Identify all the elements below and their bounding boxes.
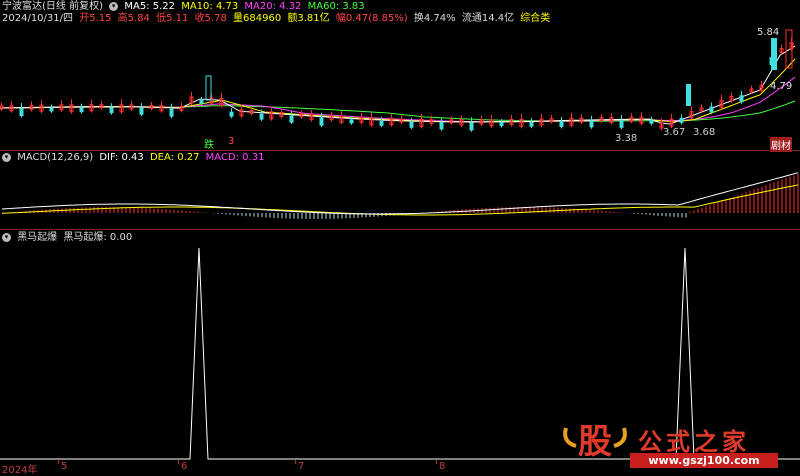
x-axis-label: 5 <box>61 461 68 472</box>
price-panel[interactable]: 宁波富达(日线 前复权) ▾ MA5: 5.22 MA10: 4.73 MA20… <box>0 0 800 152</box>
site-logo: 股 公式之家 www.gszj100.com <box>560 420 790 470</box>
candle <box>499 122 504 127</box>
candle <box>19 108 24 117</box>
ma5-line <box>0 45 796 125</box>
candle <box>709 106 714 113</box>
candle <box>409 121 414 128</box>
candle-spike <box>771 38 777 70</box>
candle <box>229 111 234 117</box>
ma20-line <box>0 76 796 123</box>
macd-chart <box>1 172 799 219</box>
candle <box>559 120 564 127</box>
candle <box>259 113 264 120</box>
ma60-line <box>0 100 796 122</box>
ma10-line <box>0 58 796 123</box>
short-marker: 3 <box>228 136 235 147</box>
price-level-label: 4.79 <box>770 81 793 92</box>
x-axis-label: 8 <box>439 461 446 472</box>
candle <box>529 121 534 127</box>
price-low-label-c: 3.68 <box>693 127 716 138</box>
price-low-label-b: 3.67 <box>663 127 686 138</box>
candle <box>49 107 54 112</box>
logo-glyph: 股 <box>578 422 612 462</box>
x-axis-label: 6 <box>181 461 188 472</box>
price-high-label: 5.84 <box>757 27 780 38</box>
logo-name: 公式之家 <box>638 428 750 456</box>
candle <box>79 107 84 113</box>
candle <box>289 115 294 123</box>
candle <box>679 117 684 123</box>
candle <box>619 119 624 128</box>
candle-spike <box>686 84 691 106</box>
candle <box>379 120 384 126</box>
candle <box>319 117 324 126</box>
macd-panel[interactable]: ▾ MACD(12,26,9) DIF: 0.43 DEA: 0.27 MACD… <box>0 151 800 229</box>
logo-url: www.gszj100.com <box>630 453 778 468</box>
candle-spike <box>205 75 212 101</box>
candle <box>469 122 474 131</box>
x-axis-label: 7 <box>298 461 305 472</box>
candle <box>139 107 144 115</box>
candle <box>109 107 114 114</box>
candle <box>439 122 444 130</box>
candle <box>199 99 204 104</box>
x-axis-label: 2024年 <box>2 465 38 476</box>
candle <box>739 95 744 103</box>
dea-line <box>1 184 799 216</box>
candle <box>349 119 354 124</box>
candle <box>649 119 654 124</box>
price-low-label-a: 3.38 <box>615 133 638 144</box>
candle <box>589 120 594 128</box>
die-marker: 跌 <box>204 140 214 151</box>
candle <box>169 108 174 117</box>
